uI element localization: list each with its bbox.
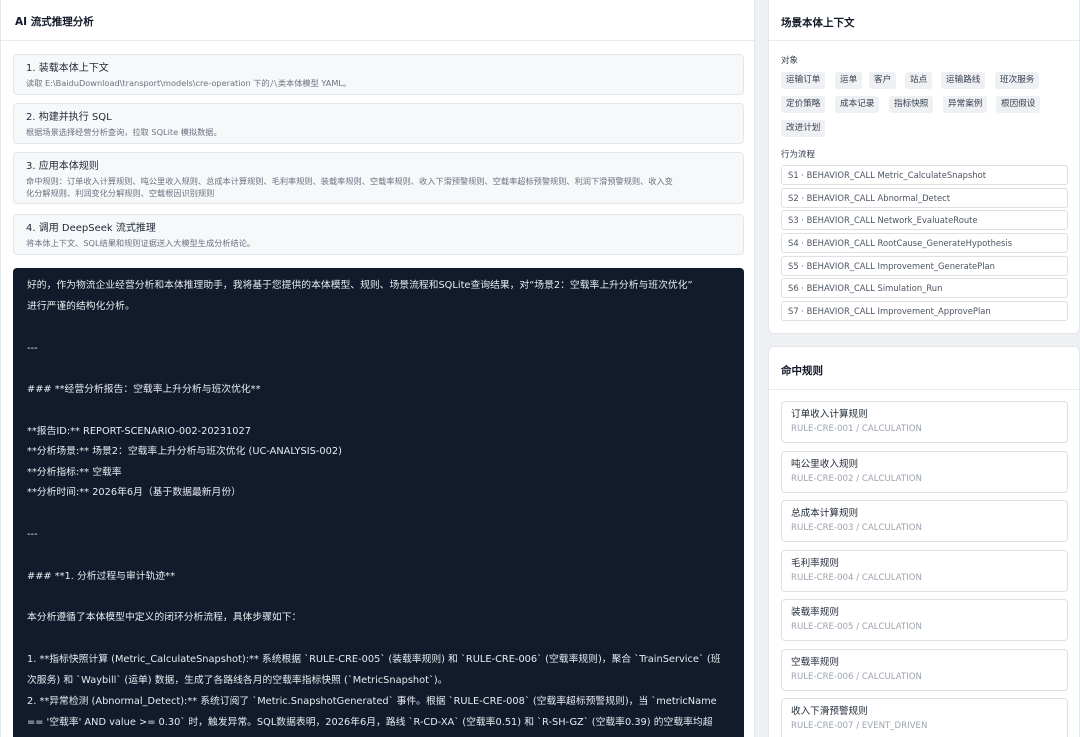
step-title: 4. 调用 DeepSeek 流式推理 bbox=[26, 223, 156, 234]
panel-title: AI 流式推理分析 bbox=[15, 16, 94, 28]
object-tag[interactable]: 指标快照 bbox=[889, 96, 934, 113]
rule-name: 毛利率规则 bbox=[791, 558, 839, 569]
rule-code: RULE-CRE-002 / CALCULATION bbox=[791, 474, 922, 484]
rule-name: 订单收入计算规则 bbox=[791, 409, 868, 420]
object-tag[interactable]: 异常案例 bbox=[943, 96, 988, 113]
rule-card[interactable]: 总成本计算规则 RULE-CRE-003 / CALCULATION bbox=[781, 500, 1068, 542]
output-line: == '空载率' AND value >= 0.30` 时，触发异常。SQL数据… bbox=[27, 717, 713, 728]
step-card-load-context: 1. 装载本体上下文 读取 E:\BaiduDownload\transport… bbox=[13, 54, 744, 95]
rule-card[interactable]: 吨公里收入规则 RULE-CRE-002 / CALCULATION bbox=[781, 451, 1068, 493]
flow-step[interactable]: S4 · BEHAVIOR_CALL RootCause_GenerateHyp… bbox=[781, 233, 1068, 253]
rule-card[interactable]: 收入下滑预警规则 RULE-CRE-007 / EVENT_DRIVEN bbox=[781, 698, 1068, 737]
rule-code: RULE-CRE-003 / CALCULATION bbox=[791, 523, 922, 533]
step-title: 2. 构建并执行 SQL bbox=[26, 112, 112, 123]
step-description-cont: 化分解规则、利润变化分解规则、空载根因识别规则 bbox=[26, 188, 215, 198]
panel-title: 场景本体上下文 bbox=[781, 17, 855, 29]
output-line: ### **1. 分析过程与审计轨迹** bbox=[27, 571, 175, 582]
output-line: **分析指标:** 空载率 bbox=[27, 467, 122, 478]
flow-step[interactable]: S1 · BEHAVIOR_CALL Metric_CalculateSnaps… bbox=[781, 165, 1068, 185]
rule-code: RULE-CRE-004 / CALCULATION bbox=[791, 573, 922, 583]
flow-step[interactable]: S7 · BEHAVIOR_CALL Improvement_ApprovePl… bbox=[781, 301, 1068, 321]
output-line: ### **经营分析报告：空载率上升分析与班次优化** bbox=[27, 384, 261, 395]
output-line: **报告ID:** REPORT-SCENARIO-002-20231027 bbox=[27, 426, 251, 437]
rule-card[interactable]: 订单收入计算规则 RULE-CRE-001 / CALCULATION bbox=[781, 401, 1068, 443]
output-line: --- bbox=[27, 529, 38, 540]
scenario-context-panel: 场景本体上下文 对象 运输订单 运单 客户 站点 运输路线 班次服务 定价策略 … bbox=[768, 0, 1080, 334]
object-tag[interactable]: 运输订单 bbox=[781, 72, 826, 89]
rule-name: 装载率规则 bbox=[791, 607, 839, 618]
rule-card[interactable]: 毛利率规则 RULE-CRE-004 / CALCULATION bbox=[781, 550, 1068, 592]
stream-output[interactable]: 好的，作为物流企业经营分析和本体推理助手，我将基于您提供的本体模型、规则、场景流… bbox=[13, 268, 744, 737]
output-line: 次服务) 和 `Waybill` (运单) 数据，生成了各路线各月的空载率指标快… bbox=[27, 675, 448, 686]
output-line: 进行严谨的结构化分析。 bbox=[27, 301, 135, 312]
rule-name: 吨公里收入规则 bbox=[791, 459, 859, 470]
rule-card[interactable]: 装载率规则 RULE-CRE-005 / CALCULATION bbox=[781, 599, 1068, 641]
object-tag[interactable]: 客户 bbox=[869, 72, 897, 89]
output-line: --- bbox=[27, 343, 38, 354]
rule-card[interactable]: 空载率规则 RULE-CRE-006 / CALCULATION bbox=[781, 649, 1068, 691]
step-card-deepseek: 4. 调用 DeepSeek 流式推理 将本体上下文、SQL结果和规则证据送入大… bbox=[13, 214, 744, 255]
object-tag[interactable]: 改进计划 bbox=[781, 120, 826, 137]
step-description: 根据场景选择经营分析查询，拉取 SQLite 模拟数据。 bbox=[26, 127, 222, 137]
output-line: **分析场景:** 场景2：空载率上升分析与班次优化 (UC-ANALYSIS-… bbox=[27, 446, 342, 457]
rule-name: 空载率规则 bbox=[791, 657, 839, 668]
object-tag[interactable]: 定价策略 bbox=[781, 96, 826, 113]
rule-code: RULE-CRE-006 / CALCULATION bbox=[791, 672, 922, 682]
flow-step[interactable]: S5 · BEHAVIOR_CALL Improvement_GenerateP… bbox=[781, 256, 1068, 276]
output-line: 2. **异常检测 (Abnormal_Detect):** 系统订阅了 `Me… bbox=[27, 696, 717, 707]
object-tag[interactable]: 运单 bbox=[835, 72, 863, 89]
step-title: 3. 应用本体规则 bbox=[26, 161, 99, 172]
output-line: 本分析遵循了本体模型中定义的闭环分析流程，具体步骤如下： bbox=[27, 612, 302, 623]
divider bbox=[769, 389, 1079, 390]
object-tag[interactable]: 站点 bbox=[905, 72, 933, 89]
objects-label: 对象 bbox=[781, 56, 799, 66]
step-title: 1. 装载本体上下文 bbox=[26, 63, 109, 74]
step-card-apply-rules: 3. 应用本体规则 命中规则：订单收入计算规则、吨公里收入规则、总成本计算规则、… bbox=[13, 152, 744, 204]
object-tag[interactable]: 班次服务 bbox=[995, 72, 1040, 89]
step-description: 将本体上下文、SQL结果和规则证据送入大模型生成分析结论。 bbox=[26, 238, 256, 248]
rule-code: RULE-CRE-007 / EVENT_DRIVEN bbox=[791, 721, 928, 731]
rule-code: RULE-CRE-001 / CALCULATION bbox=[791, 424, 922, 434]
flow-step[interactable]: S6 · BEHAVIOR_CALL Simulation_Run bbox=[781, 278, 1068, 298]
output-line: 好的，作为物流企业经营分析和本体推理助手，我将基于您提供的本体模型、规则、场景流… bbox=[27, 280, 693, 291]
ai-analysis-panel: AI 流式推理分析 1. 装载本体上下文 读取 E:\BaiduDownload… bbox=[0, 0, 755, 737]
panel-title: 命中规则 bbox=[781, 365, 823, 377]
object-tag[interactable]: 根因假设 bbox=[996, 96, 1041, 113]
hit-rules-panel: 命中规则 订单收入计算规则 RULE-CRE-001 / CALCULATION… bbox=[768, 346, 1080, 737]
step-description: 读取 E:\BaiduDownload\transport\models\cre… bbox=[26, 78, 352, 88]
flow-step[interactable]: S2 · BEHAVIOR_CALL Abnormal_Detect bbox=[781, 188, 1068, 208]
divider bbox=[1, 40, 754, 41]
divider bbox=[769, 40, 1079, 41]
output-line: 1. **指标快照计算 (Metric_CalculateSnapshot):*… bbox=[27, 654, 721, 665]
object-tag[interactable]: 运输路线 bbox=[941, 72, 986, 89]
step-card-build-sql: 2. 构建并执行 SQL 根据场景选择经营分析查询，拉取 SQLite 模拟数据… bbox=[13, 103, 744, 144]
flow-step[interactable]: S3 · BEHAVIOR_CALL Network_EvaluateRoute bbox=[781, 210, 1068, 230]
output-line: **分析时间:** 2026年6月（基于数据最新月份） bbox=[27, 487, 241, 498]
rule-name: 总成本计算规则 bbox=[791, 508, 859, 519]
object-tag[interactable]: 成本记录 bbox=[835, 96, 880, 113]
rule-code: RULE-CRE-005 / CALCULATION bbox=[791, 622, 922, 632]
step-description: 命中规则：订单收入计算规则、吨公里收入规则、总成本计算规则、毛利率规则、装载率规… bbox=[26, 176, 673, 186]
flow-label: 行为流程 bbox=[781, 150, 816, 160]
rule-name: 收入下滑预警规则 bbox=[791, 706, 868, 717]
